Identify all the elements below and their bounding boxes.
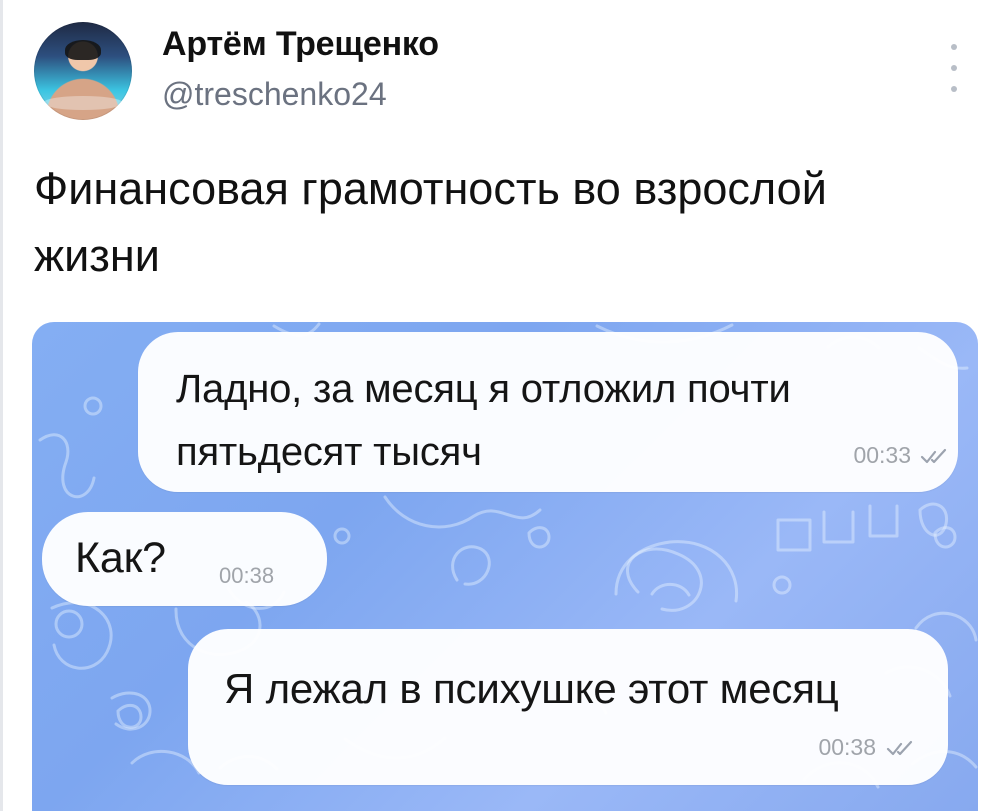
message-text: Я лежал в психушке этот месяц xyxy=(224,665,839,712)
avatar[interactable] xyxy=(34,22,132,120)
tweet-header: Артём Трещенко @treschenko24 xyxy=(34,22,974,127)
left-divider xyxy=(0,0,3,811)
message-text: Ладно, за месяц я отложил почти пятьдеся… xyxy=(176,367,791,474)
message-bubble[interactable]: Как? 00:38 xyxy=(42,512,327,606)
tweet-screenshot: Артём Трещенко @treschenko24 Финансовая … xyxy=(0,0,1008,811)
message-time: 00:33 xyxy=(853,442,911,468)
message-time: 00:38 xyxy=(219,563,275,588)
message-bubble[interactable]: Я лежал в психушке этот месяц 00:38 xyxy=(188,629,948,785)
author-handle[interactable]: @treschenko24 xyxy=(162,76,387,113)
message-time: 00:38 xyxy=(818,734,876,760)
double-check-icon xyxy=(920,448,947,464)
double-check-icon xyxy=(886,740,913,756)
author-block[interactable]: Артём Трещенко @treschenko24 xyxy=(162,22,762,120)
message-text: Как? xyxy=(75,534,166,582)
media-card[interactable]: Ладно, за месяц я отложил почти пятьдеся… xyxy=(32,322,978,811)
more-vertical-icon xyxy=(951,86,957,92)
message-bubble[interactable]: Ладно, за месяц я отложил почти пятьдеся… xyxy=(138,332,958,492)
tweet-text: Финансовая грамотность во взрослой жизни xyxy=(34,163,827,281)
more-options-button[interactable] xyxy=(944,44,964,92)
more-vertical-icon xyxy=(951,65,957,71)
more-vertical-icon xyxy=(951,44,957,50)
author-name[interactable]: Артём Трещенко xyxy=(162,25,439,64)
